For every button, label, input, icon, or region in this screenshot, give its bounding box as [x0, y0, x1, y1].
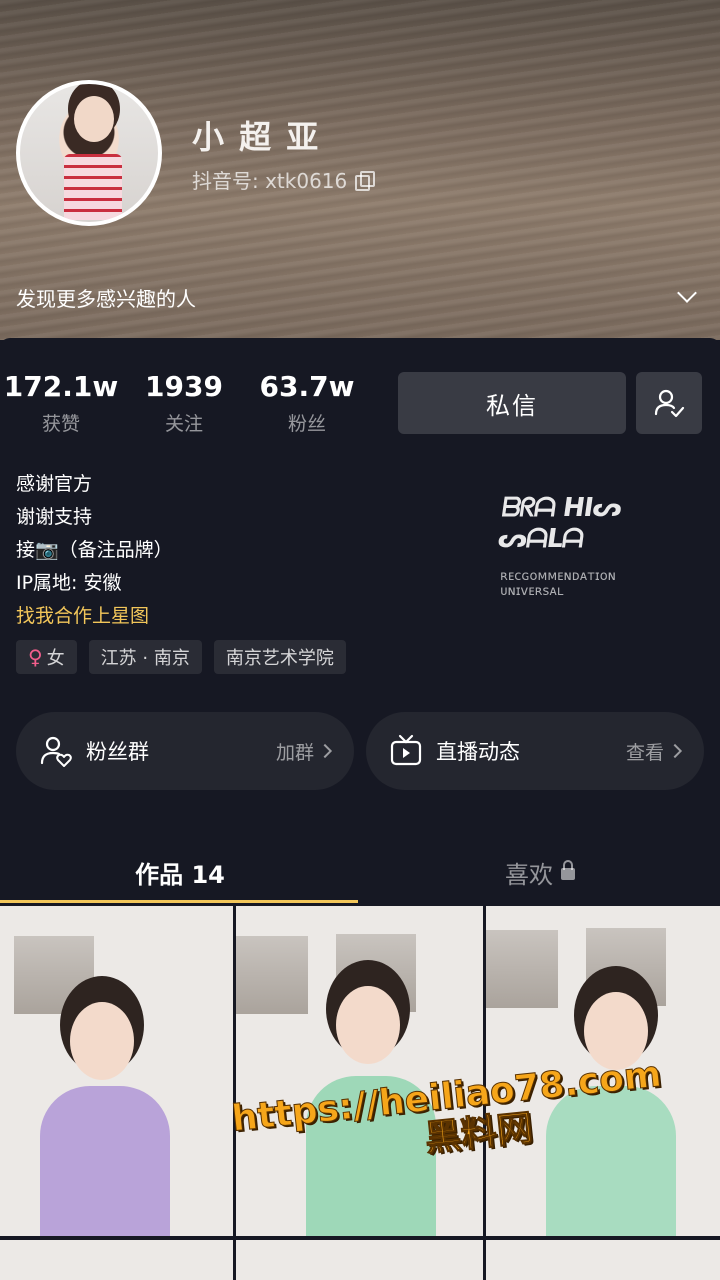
fans-group-icon — [40, 736, 72, 767]
douyin-id[interactable]: 抖音号: xtk0616 — [192, 165, 376, 194]
profile-header: 小 超 亚 抖音号: xtk0616 发现更多感兴趣的人 — [0, 0, 720, 340]
message-button[interactable]: 私信 — [398, 372, 626, 434]
tab-works[interactable]: 作品 14 — [0, 838, 360, 906]
follow-button[interactable] — [636, 372, 702, 434]
video-thumbnail[interactable] — [0, 906, 233, 1236]
fans-group-card[interactable]: 粉丝群 加群 — [16, 712, 354, 790]
tab-likes[interactable]: 喜欢 — [360, 838, 720, 906]
signature-text: ᗷᖇᗩ ᕼIᔕ ᔕᗩᒪᗩ ʀᴇᴄɢᴏᴍᴍᴇɴᴅᴀᴛɪᴏɴ ᴜɴɪᴠᴇʀsᴀʟ — [496, 493, 680, 599]
signature-line-1: ᗷᖇᗩ ᕼIᔕ ᔕᗩᒪᗩ — [495, 493, 624, 554]
ip-location: IP属地: 安徽 — [16, 572, 122, 594]
tags-row: ♀ 女 江苏 · 南京 南京艺术学院 — [16, 640, 346, 674]
bio-line: 感谢官方 — [16, 473, 93, 495]
stat-likes[interactable]: 172.1w 获赞 — [4, 370, 118, 436]
thumb-face — [70, 1002, 134, 1080]
stat-fans[interactable]: 63.7w 粉丝 — [260, 370, 355, 436]
avatar[interactable] — [16, 80, 162, 226]
stat-following-value: 1939 — [145, 370, 223, 403]
thumb-wall-art — [236, 936, 308, 1014]
tab-works-label: 作品 14 — [135, 860, 225, 889]
thumb-person — [40, 1086, 170, 1236]
stat-following[interactable]: 1939 关注 — [145, 370, 223, 436]
join-group-label: 加群 — [275, 741, 314, 764]
chevron-right-icon — [317, 743, 333, 759]
bio-line: 接📷（备注品牌） — [16, 539, 173, 561]
douyin-id-text: 抖音号: xtk0616 — [192, 169, 348, 193]
stat-likes-label: 获赞 — [41, 413, 80, 435]
bio: 感谢官方 谢谢支持 接📷（备注品牌） IP属地: 安徽 找我合作上星图 — [16, 468, 173, 633]
tab-likes-label: 喜欢 — [505, 860, 553, 889]
stat-following-label: 关注 — [164, 413, 203, 435]
stat-fans-label: 粉丝 — [287, 413, 326, 435]
signature-line-2: ʀᴇᴄɢᴏᴍᴍᴇɴᴅᴀᴛɪᴏɴ ᴜɴɪᴠᴇʀsᴀʟ — [500, 569, 616, 599]
location-tag: 江苏 · 南京 — [88, 640, 202, 674]
video-thumbnail[interactable] — [236, 1240, 483, 1280]
video-thumbnail[interactable] — [486, 1240, 720, 1280]
view-label: 查看 — [625, 741, 664, 764]
stat-fans-value: 63.7w — [259, 370, 355, 403]
fans-group-title: 粉丝群 — [86, 740, 149, 764]
chevron-right-icon — [667, 743, 683, 759]
chevron-down-icon[interactable] — [677, 283, 697, 303]
tab-indicator — [0, 900, 358, 903]
feature-cards: 粉丝群 加群 直播动态 查看 — [16, 712, 704, 790]
cooperation-link[interactable]: 找我合作上星图 — [16, 600, 173, 633]
stat-likes-value: 172.1w — [3, 370, 119, 403]
content-tabs: 作品 14 喜欢 — [0, 838, 720, 906]
live-updates-card[interactable]: 直播动态 查看 — [366, 712, 704, 790]
copy-icon[interactable] — [355, 170, 376, 191]
discover-more-label[interactable]: 发现更多感兴趣的人 — [16, 283, 196, 312]
user-check-icon — [654, 389, 685, 418]
video-thumbnail[interactable] — [0, 1240, 233, 1280]
thumb-wall-art — [486, 930, 558, 1008]
avatar-top — [64, 154, 122, 220]
lock-icon — [561, 860, 575, 880]
bio-line: 谢谢支持 — [16, 506, 93, 528]
thumb-face — [336, 986, 400, 1064]
thumb-wall-art — [14, 936, 94, 1014]
avatar-face — [74, 96, 114, 142]
live-updates-title: 直播动态 — [436, 740, 520, 764]
video-thumbnail[interactable] — [236, 906, 483, 1236]
gender-tag: ♀ 女 — [16, 640, 77, 674]
profile-name: 小 超 亚 — [192, 118, 321, 156]
school-tag[interactable]: 南京艺术学院 — [213, 640, 346, 674]
live-tv-icon — [390, 734, 422, 766]
female-icon: ♀ — [28, 645, 43, 669]
gender-text: 女 — [46, 648, 65, 669]
